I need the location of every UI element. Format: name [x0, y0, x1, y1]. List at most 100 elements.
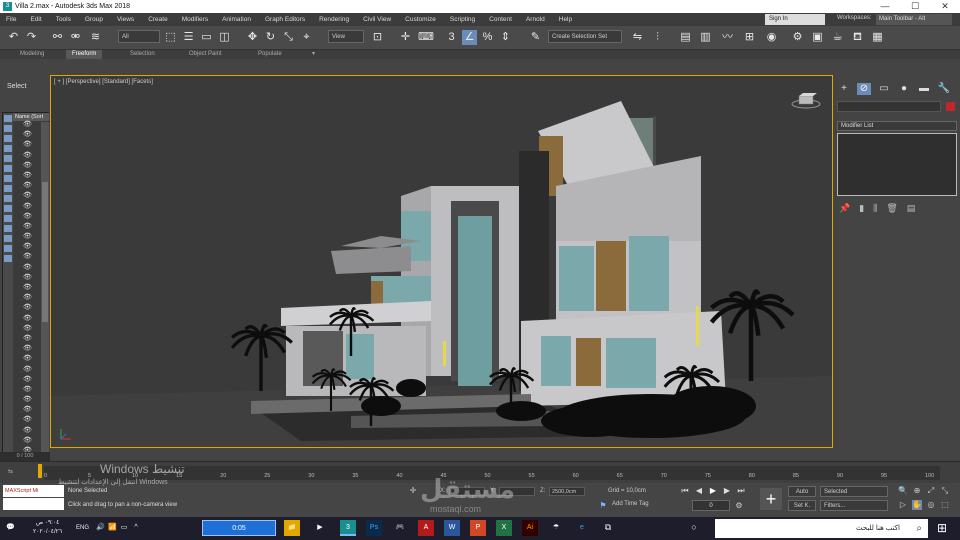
configure-sets-icon[interactable]: ▤ — [907, 203, 916, 214]
filter-lights-icon[interactable] — [4, 135, 12, 142]
time-tag-icon[interactable]: ⚑ — [598, 501, 608, 511]
filter-bones-icon[interactable] — [4, 195, 12, 202]
visibility-eye-icon[interactable]: 👁 — [23, 223, 32, 230]
windows-start-icon[interactable]: ⊞ — [935, 521, 949, 535]
angle-snap-icon[interactable]: ∠ — [462, 30, 477, 45]
selection-filter-dropdown[interactable]: All — [118, 30, 160, 43]
redo-icon[interactable]: ↷ — [24, 30, 39, 45]
placement-icon[interactable]: ⌖ — [299, 30, 314, 45]
explorer-scroll-thumb[interactable] — [42, 182, 48, 322]
time-config-icon[interactable]: ⚙ — [734, 501, 744, 511]
visibility-eye-icon[interactable]: 👁 — [23, 172, 32, 179]
pivot-icon[interactable]: ⊡ — [370, 30, 385, 45]
auto-key-button[interactable]: Auto — [788, 486, 816, 497]
filter-none-icon[interactable] — [4, 245, 12, 252]
menu-create[interactable]: Create — [148, 16, 168, 23]
maximize-viewport-icon[interactable]: ⬚ — [940, 500, 950, 510]
game-taskbar-icon[interactable]: 🎮 — [392, 520, 408, 536]
modify-tab-icon[interactable]: ⊘ — [857, 83, 871, 95]
filter-spacewarps-icon[interactable] — [4, 165, 12, 172]
menu-animation[interactable]: Animation — [222, 16, 251, 23]
filter-frozen-icon[interactable] — [4, 215, 12, 222]
render-setup-icon[interactable]: ⚙ — [790, 30, 805, 45]
set-key-button[interactable]: Set K. — [788, 500, 816, 511]
visibility-eye-icon[interactable]: 👁 — [23, 243, 32, 250]
add-time-tag[interactable]: Add Time Tag — [612, 501, 649, 507]
visibility-eye-icon[interactable]: 👁 — [23, 233, 32, 240]
percent-snap-icon[interactable]: % — [480, 30, 495, 45]
motion-tab-icon[interactable]: ● — [897, 83, 911, 95]
filter-shapes-icon[interactable] — [4, 125, 12, 132]
menu-civil-view[interactable]: Civil View — [363, 16, 391, 23]
excel-taskbar-icon[interactable]: X — [496, 520, 512, 536]
visibility-eye-icon[interactable]: 👁 — [23, 294, 32, 301]
set-key-icon[interactable]: + — [760, 488, 782, 510]
filter-containers-icon[interactable] — [4, 205, 12, 212]
key-filters-button[interactable]: Filters... — [820, 500, 888, 511]
visibility-eye-icon[interactable]: 👁 — [23, 152, 32, 159]
visibility-eye-icon[interactable]: 👁 — [23, 437, 32, 444]
select-manipulate-icon[interactable]: ✛ — [398, 30, 413, 45]
tab-object-paint[interactable]: Object Paint — [183, 50, 228, 59]
snaps-toggle-icon[interactable]: 3 — [444, 30, 459, 45]
display-tab-icon[interactable]: ▬ — [917, 83, 931, 95]
visibility-eye-icon[interactable]: 👁 — [23, 253, 32, 260]
modifier-list-dropdown[interactable]: Modifier List — [837, 121, 957, 131]
visibility-eye-icon[interactable]: 👁 — [23, 131, 32, 138]
time-slider-thumb[interactable] — [38, 464, 42, 478]
next-frame-icon[interactable]: ▶ — [722, 486, 732, 496]
zoom-extents-all-icon[interactable]: ⤡ — [940, 486, 950, 496]
curve-editor-icon[interactable]: 〰 — [720, 30, 735, 45]
hierarchy-tab-icon[interactable]: ▭ — [877, 83, 891, 95]
go-to-end-icon[interactable]: ⏭ — [736, 486, 746, 496]
filter-all-icon[interactable] — [4, 235, 12, 242]
link-icon[interactable]: ⚯ — [50, 30, 65, 45]
visibility-eye-icon[interactable]: 👁 — [23, 386, 32, 393]
material-editor-icon[interactable]: ◉ — [764, 30, 779, 45]
visibility-eye-icon[interactable]: 👁 — [23, 182, 32, 189]
align-icon[interactable]: ⫶ — [650, 30, 665, 45]
visibility-eye-icon[interactable]: 👁 — [23, 121, 32, 128]
tab-modeling[interactable]: Modeling — [14, 50, 50, 59]
undo-icon[interactable]: ↶ — [6, 30, 21, 45]
filter-invert-icon[interactable] — [4, 255, 12, 262]
close-button[interactable]: ✕ — [930, 0, 960, 13]
schematic-view-icon[interactable]: ⊞ — [742, 30, 757, 45]
filter-cameras-icon[interactable] — [4, 145, 12, 152]
minimize-button[interactable]: — — [870, 0, 900, 13]
go-to-start-icon[interactable]: ⏮ — [680, 486, 690, 496]
ribbon-options-icon[interactable]: ▾ — [306, 50, 321, 59]
bind-spacewarp-icon[interactable]: ≋ — [88, 30, 103, 45]
previous-frame-icon[interactable]: ◀ — [694, 486, 704, 496]
visibility-eye-icon[interactable]: 👁 — [23, 406, 32, 413]
reference-coord-dropdown[interactable]: View — [328, 30, 364, 43]
filter-helpers-icon[interactable] — [4, 155, 12, 162]
move-icon[interactable]: ✥ — [245, 30, 260, 45]
umbrella-taskbar-icon[interactable]: ☂ — [548, 520, 564, 536]
timeline-toggle-icon[interactable]: ⇆ — [8, 468, 13, 475]
3dsmax-taskbar-icon[interactable]: 3 — [340, 520, 356, 536]
play-icon[interactable]: ▶ — [708, 486, 718, 496]
menu-help[interactable]: Help — [559, 16, 572, 23]
tray-clock[interactable]: ٠٩:٠٤ ص ٢٠٢٠/٠٤/٢٦ — [33, 519, 62, 537]
create-tab-icon[interactable]: + — [837, 83, 851, 95]
menu-content[interactable]: Content — [489, 16, 512, 23]
autocad-taskbar-icon[interactable]: A — [418, 520, 434, 536]
visibility-eye-icon[interactable]: 👁 — [23, 315, 32, 322]
visibility-eye-icon[interactable]: 👁 — [23, 141, 32, 148]
maxscript-listener[interactable]: MAXScript Mi — [3, 485, 64, 497]
viewport-label[interactable]: [ + ] [Perspective] [Standard] [Facets] — [54, 79, 153, 85]
filter-groups-icon[interactable] — [4, 175, 12, 182]
network-icon[interactable]: 📶 — [108, 524, 117, 532]
zoom-all-icon[interactable]: ⊕ — [912, 486, 922, 496]
scene-explorer-icon[interactable]: ▤ — [678, 30, 693, 45]
orbit-icon[interactable]: ◎ — [926, 500, 936, 510]
filter-xrefs-icon[interactable] — [4, 185, 12, 192]
render-options-icon[interactable]: ▦ — [870, 30, 885, 45]
visibility-eye-icon[interactable]: 👁 — [23, 192, 32, 199]
keyboard-shortcut-icon[interactable]: ⌨ — [418, 30, 434, 45]
menu-edit[interactable]: Edit — [30, 16, 41, 23]
visibility-eye-icon[interactable]: 👁 — [23, 213, 32, 220]
perspective-viewport[interactable]: [ + ] [Perspective] [Standard] [Facets] — [50, 75, 833, 448]
menu-rendering[interactable]: Rendering — [319, 16, 349, 23]
